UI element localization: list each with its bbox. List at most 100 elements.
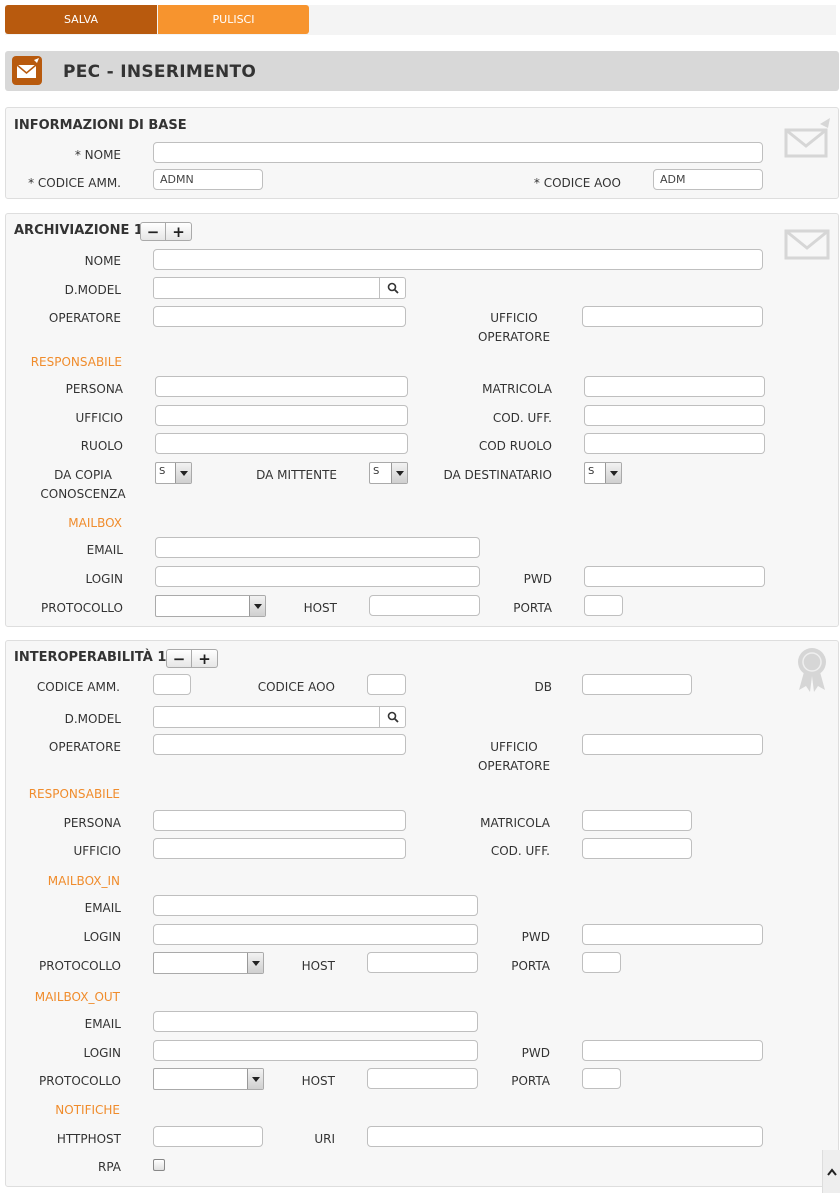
da-mittente-select[interactable]: S bbox=[369, 462, 408, 484]
page-header: PEC - INSERIMENTO bbox=[5, 51, 839, 91]
section-title: INFORMAZIONI DI BASE bbox=[14, 118, 187, 133]
login-input[interactable] bbox=[155, 566, 480, 587]
host-input[interactable] bbox=[369, 595, 480, 616]
dmodel-label: D.MODEL bbox=[64, 283, 121, 297]
ruolo-input[interactable] bbox=[155, 433, 408, 454]
interop-ufficio-operatore-input[interactable] bbox=[582, 734, 763, 755]
ufficio-operatore-input[interactable] bbox=[582, 306, 763, 327]
interop-operatore-input[interactable] bbox=[153, 734, 406, 755]
da-copia-select[interactable]: S bbox=[155, 462, 192, 484]
award-badge-icon bbox=[795, 646, 829, 695]
login-label: LOGIN bbox=[83, 1046, 121, 1060]
responsabile-subheading: RESPONSABILE bbox=[30, 355, 122, 369]
chevron-down-icon bbox=[249, 596, 265, 616]
operatore-input[interactable] bbox=[153, 306, 406, 327]
remove-archiviazione-button[interactable]: − bbox=[140, 222, 166, 241]
mailbox-out-email-input[interactable] bbox=[153, 1011, 478, 1032]
matricola-input[interactable] bbox=[584, 376, 765, 397]
mailbox-out-protocollo-select[interactable] bbox=[153, 1068, 264, 1090]
save-button[interactable]: SALVA bbox=[5, 5, 157, 34]
host-label: HOST bbox=[303, 601, 337, 615]
codice-amm-input[interactable] bbox=[153, 169, 263, 190]
codice-aoo-label: CODICE AOO bbox=[257, 680, 335, 694]
base-info-section: INFORMAZIONI DI BASE * NOME * CODICE AMM… bbox=[5, 107, 839, 199]
httphost-input[interactable] bbox=[153, 1126, 263, 1147]
persona-label: PERSONA bbox=[63, 816, 121, 830]
mailbox-in-porta-input[interactable] bbox=[582, 952, 621, 973]
matricola-label: MATRICOLA bbox=[480, 816, 550, 830]
mailbox-in-email-input[interactable] bbox=[153, 895, 478, 916]
mailbox-out-login-input[interactable] bbox=[153, 1040, 478, 1061]
pwd-label: PWD bbox=[521, 930, 550, 944]
interop-matricola-input[interactable] bbox=[582, 810, 692, 831]
chevron-down-icon bbox=[391, 463, 407, 483]
archiviazione-nome-input[interactable] bbox=[153, 249, 763, 270]
search-icon[interactable] bbox=[379, 278, 405, 298]
envelope-edit-icon bbox=[784, 116, 832, 163]
da-destinatario-label: DA DESTINATARIO bbox=[443, 468, 552, 482]
chevron-down-icon bbox=[605, 463, 621, 483]
nome-label: NOME bbox=[84, 254, 121, 268]
mailbox-in-pwd-input[interactable] bbox=[582, 924, 763, 945]
login-label: LOGIN bbox=[85, 572, 123, 586]
ufficio-input[interactable] bbox=[155, 405, 408, 426]
persona-label: PERSONA bbox=[65, 382, 123, 396]
mailbox-out-pwd-input[interactable] bbox=[582, 1040, 763, 1061]
interop-codice-aoo-input[interactable] bbox=[367, 674, 406, 695]
chevron-down-icon bbox=[175, 463, 191, 483]
da-copia-label: DA COPIA CONOSCENZA bbox=[40, 468, 126, 501]
email-label: EMAIL bbox=[86, 543, 123, 557]
archiviazione-section: ARCHIVIAZIONE 1 − + NOME D.MODEL OPERATO… bbox=[5, 213, 839, 627]
rpa-checkbox[interactable] bbox=[153, 1159, 165, 1171]
dmodel-search-input[interactable] bbox=[153, 277, 406, 299]
add-interop-button[interactable]: + bbox=[192, 649, 218, 668]
uri-label: URI bbox=[314, 1132, 335, 1146]
interop-cod-uff-input[interactable] bbox=[582, 838, 692, 859]
da-mittente-label: DA MITTENTE bbox=[256, 468, 337, 482]
ruolo-label: RUOLO bbox=[80, 439, 123, 453]
pwd-input[interactable] bbox=[584, 566, 765, 587]
operatore-label: OPERATORE bbox=[48, 311, 121, 325]
cod-ruolo-label: COD RUOLO bbox=[478, 439, 552, 453]
operatore-label: OPERATORE bbox=[48, 740, 121, 754]
add-archiviazione-button[interactable]: + bbox=[166, 222, 192, 241]
cod-uff-input[interactable] bbox=[584, 405, 765, 426]
mailbox-in-protocollo-select[interactable] bbox=[153, 952, 264, 974]
codice-aoo-input[interactable] bbox=[653, 169, 763, 190]
mailbox-out-porta-input[interactable] bbox=[582, 1068, 621, 1089]
protocollo-label: PROTOCOLLO bbox=[38, 1074, 121, 1088]
mailbox-out-host-input[interactable] bbox=[367, 1068, 478, 1089]
codice-amm-label: * CODICE AMM. bbox=[28, 176, 121, 190]
db-input[interactable] bbox=[582, 674, 692, 695]
interop-codice-amm-input[interactable] bbox=[153, 674, 191, 695]
clear-button[interactable]: PULISCI bbox=[158, 5, 309, 34]
host-label: HOST bbox=[301, 1074, 335, 1088]
mailbox-in-subheading: MAILBOX_IN bbox=[47, 874, 120, 888]
da-destinatario-select[interactable]: S bbox=[584, 462, 622, 484]
interoperabilita-section: INTEROPERABILITÀ 1 − + CODICE AMM. CODIC… bbox=[5, 640, 839, 1187]
porta-input[interactable] bbox=[584, 595, 623, 616]
email-input[interactable] bbox=[155, 537, 480, 558]
search-icon[interactable] bbox=[379, 707, 405, 727]
cod-uff-label: COD. UFF. bbox=[490, 844, 550, 858]
section-title: INTEROPERABILITÀ 1 bbox=[14, 650, 167, 665]
protocollo-select[interactable] bbox=[155, 595, 266, 617]
scroll-top-button[interactable] bbox=[822, 1150, 840, 1193]
cod-ruolo-input[interactable] bbox=[584, 433, 765, 454]
remove-interop-button[interactable]: − bbox=[166, 649, 192, 668]
mailbox-in-login-input[interactable] bbox=[153, 924, 478, 945]
uri-input[interactable] bbox=[367, 1126, 763, 1147]
interop-dmodel-search-input[interactable] bbox=[153, 706, 406, 728]
interop-persona-input[interactable] bbox=[153, 810, 406, 831]
matricola-label: MATRICOLA bbox=[482, 382, 552, 396]
rpa-label: RPA bbox=[97, 1160, 121, 1174]
section-title: ARCHIVIAZIONE 1 bbox=[14, 223, 143, 238]
mailbox-in-host-input[interactable] bbox=[367, 952, 478, 973]
pwd-label: PWD bbox=[523, 572, 552, 586]
protocollo-label: PROTOCOLLO bbox=[38, 959, 121, 973]
nome-input[interactable] bbox=[153, 142, 763, 163]
persona-input[interactable] bbox=[155, 376, 408, 397]
interop-ufficio-input[interactable] bbox=[153, 838, 406, 859]
chevron-down-icon bbox=[247, 1069, 263, 1089]
chevron-down-icon bbox=[247, 953, 263, 973]
